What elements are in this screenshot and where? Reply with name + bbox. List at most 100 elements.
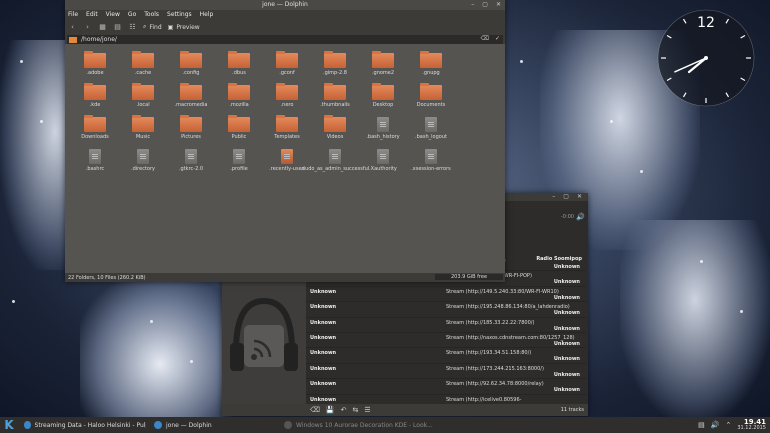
file-item[interactable]: Desktop — [359, 82, 407, 114]
compact-view-icon[interactable]: ▤ — [113, 23, 122, 32]
file-item[interactable]: .nero — [263, 82, 311, 114]
file-item[interactable]: .bash_logout — [407, 114, 455, 146]
taskbar-task[interactable]: Streaming Data - Haloo Helsinki - Pulp F… — [24, 421, 146, 429]
preview-button[interactable]: ▣ Preview — [168, 24, 200, 31]
taskbar: K Streaming Data - Haloo Helsinki - Pulp… — [0, 417, 770, 433]
location-path[interactable]: /home/jone/ — [81, 36, 117, 43]
app-icon — [154, 421, 162, 429]
track-artist: Unknown — [310, 288, 337, 295]
list-icon[interactable]: ☰ — [364, 406, 370, 414]
file-item[interactable]: .bash_history — [359, 114, 407, 146]
volume-icon[interactable]: 🔊 — [576, 213, 585, 221]
file-item[interactable]: .bashrc — [71, 146, 119, 178]
maximize-icon[interactable]: ▢ — [482, 1, 488, 8]
menu-help[interactable]: Help — [200, 11, 214, 18]
folder-icon — [228, 51, 250, 68]
dolphin-titlebar[interactable]: jone — Dolphin – ▢ ✕ — [65, 0, 505, 10]
file-item[interactable]: .directory — [119, 146, 167, 178]
file-item-label: .Xauthority — [369, 166, 397, 172]
file-item[interactable]: Music — [119, 114, 167, 146]
file-item[interactable]: .adobe — [71, 50, 119, 82]
playlist-row[interactable]: Unknown Stream (http://92.62.34.78:8000/r… — [306, 379, 586, 395]
details-view-icon[interactable]: ☷ — [128, 23, 137, 32]
menu-edit[interactable]: Edit — [86, 11, 98, 18]
task-label: jone — Dolphin — [166, 421, 212, 429]
save-icon[interactable]: 💾 — [326, 406, 335, 414]
menu-bar: File Edit View Go Tools Settings Help — [65, 10, 505, 19]
playlist-row[interactable]: Unknown Stream (http://193.34.51.158:80/)… — [306, 348, 586, 364]
playlist-row[interactable]: Unknown Stream (http://149.5.240.33:80/WR… — [306, 287, 586, 303]
icons-view-icon[interactable]: ▦ — [98, 23, 107, 32]
menu-view[interactable]: View — [106, 11, 120, 18]
minimize-icon[interactable]: – — [552, 193, 555, 200]
file-item[interactable]: .gnupg — [407, 50, 455, 82]
volume-icon[interactable]: 🔊 — [711, 421, 720, 429]
taskbar-task[interactable]: jone — Dolphin — [154, 421, 276, 429]
free-space: 203.9 GiB free — [435, 274, 503, 280]
file-item[interactable]: .thumbnails — [311, 82, 359, 114]
file-item[interactable]: Videos — [311, 114, 359, 146]
clipboard-icon[interactable]: ▤ — [698, 421, 705, 429]
track-title: Stream (http://185.33.22.22:7800/) — [446, 319, 535, 326]
file-item[interactable]: .gimp-2.8 — [311, 50, 359, 82]
file-item[interactable]: .macromedia — [167, 82, 215, 114]
file-item[interactable]: Downloads — [71, 114, 119, 146]
dolphin-window: jone — Dolphin – ▢ ✕ File Edit View Go Tools… — [65, 0, 505, 282]
file-item[interactable]: .recently-used — [263, 146, 311, 178]
taskbar-task[interactable]: Windows 10 Aurorae Decoration KDE - Look… — [284, 421, 434, 429]
file-item[interactable]: .dbus — [215, 50, 263, 82]
file-item[interactable]: Documents — [407, 82, 455, 114]
forward-icon[interactable]: › — [83, 23, 92, 32]
close-icon[interactable]: ✕ — [496, 1, 501, 8]
folder-icon — [372, 83, 394, 100]
undo-icon[interactable]: ↶ — [341, 406, 347, 414]
file-item[interactable]: .mozilla — [215, 82, 263, 114]
file-item[interactable]: .local — [119, 82, 167, 114]
track-album: Unknown — [553, 264, 580, 270]
file-item[interactable]: Templates — [263, 114, 311, 146]
clear-icon[interactable]: ⌫ — [310, 406, 320, 414]
close-icon[interactable]: ✕ — [577, 193, 582, 200]
accept-icon[interactable]: ✓ — [495, 35, 500, 42]
find-button[interactable]: ⌕ Find — [143, 23, 162, 31]
minimize-icon[interactable]: – — [471, 1, 474, 8]
file-item-label: .gnupg — [422, 70, 440, 76]
file-item[interactable]: .Xauthority — [359, 146, 407, 178]
file-item[interactable]: .config — [167, 50, 215, 82]
file-item[interactable]: Public — [215, 114, 263, 146]
location-bar[interactable]: /home/jone/ ⌫ ✓ — [67, 35, 503, 44]
track-album: Unknown — [553, 279, 580, 286]
menu-go[interactable]: Go — [128, 11, 136, 18]
file-item[interactable]: .gtkrc-2.0 — [167, 146, 215, 178]
playlist-row[interactable]: Unknown Stream (http://naxos.cdnstream.co… — [306, 333, 586, 349]
menu-settings[interactable]: Settings — [167, 11, 192, 18]
file-item[interactable]: .xsession-errors — [407, 146, 455, 178]
folder-icon — [420, 51, 442, 68]
menu-file[interactable]: File — [68, 11, 78, 18]
folder-icon — [132, 115, 154, 132]
digital-clock[interactable]: 19.41 31.12.2015 — [737, 419, 766, 432]
file-item[interactable]: .cache — [119, 50, 167, 82]
menu-tools[interactable]: Tools — [144, 11, 159, 18]
clear-location-icon[interactable]: ⌫ — [480, 35, 488, 42]
track-album: Unknown — [553, 325, 580, 332]
folder-icon — [132, 51, 154, 68]
file-item[interactable]: Pictures — [167, 114, 215, 146]
tray-expand-icon[interactable]: ⌃ — [725, 421, 731, 429]
file-item-label: Desktop — [372, 102, 394, 108]
kde-launcher-icon[interactable]: K — [2, 418, 16, 432]
file-item[interactable]: .gconf — [263, 50, 311, 82]
maximize-icon[interactable]: ▢ — [563, 193, 569, 200]
repeat-icon[interactable]: ⇆ — [353, 406, 359, 414]
back-icon[interactable]: ‹ — [68, 23, 77, 32]
file-item[interactable]: .gnome2 — [359, 50, 407, 82]
file-item[interactable]: .kde — [71, 82, 119, 114]
playlist-row[interactable]: Unknown Stream (http://195.248.86.134:80/… — [306, 302, 586, 318]
file-view[interactable]: .adobe .cache .config .dbus .gconf .gimp-2.8.… — [65, 44, 505, 273]
file-item[interactable]: .sudo_as_admin_successful — [301, 146, 369, 178]
playlist-row[interactable]: Unknown Stream (http://173.244.215.163:80… — [306, 364, 586, 380]
playlist-row[interactable]: Unknown Stream (http://185.33.22.22:7800/… — [306, 318, 586, 333]
playlist-row[interactable]: Unknown Stream (http://icelive0.80596-ice… — [306, 395, 586, 402]
folder-icon — [84, 115, 106, 132]
file-item[interactable]: .profile — [215, 146, 263, 178]
